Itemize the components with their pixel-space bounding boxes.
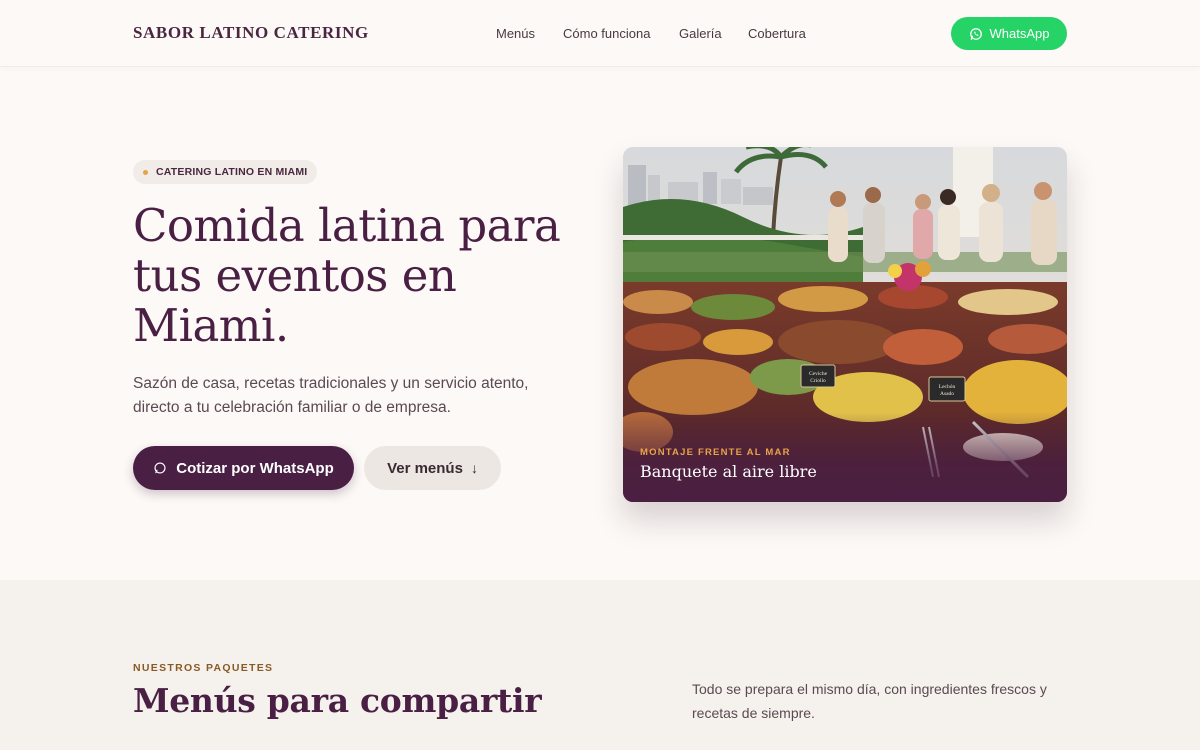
hero-badge: CATERING LATINO EN MIAMI xyxy=(133,160,318,184)
view-menus-button[interactable]: Ver menús ↓ xyxy=(364,446,501,490)
quote-whatsapp-label: Cotizar por WhatsApp xyxy=(176,459,334,477)
arrow-down-icon: ↓ xyxy=(470,460,478,476)
nav-como-funciona[interactable]: Cómo funciona xyxy=(563,26,650,41)
hero-title: Comida latina para tus eventos en Miami. xyxy=(133,199,561,352)
hero-badge-label: CATERING LATINO EN MIAMI xyxy=(156,166,308,178)
svg-text:Ceviche: Ceviche xyxy=(809,371,828,377)
hero-photo-card: Ceviche Criollo Lechón Asado MONTAJE FRE… xyxy=(623,147,1067,502)
whatsapp-icon xyxy=(969,27,982,40)
nav-menus[interactable]: Menús xyxy=(496,26,535,41)
svg-text:Asado: Asado xyxy=(940,391,954,397)
svg-text:Criollo: Criollo xyxy=(810,378,826,384)
photo-caption: Banquete al aire libre xyxy=(640,462,817,481)
whatsapp-button-label: WhatsApp xyxy=(989,26,1050,41)
whatsapp-button[interactable]: WhatsApp xyxy=(951,17,1067,50)
quote-whatsapp-button[interactable]: Cotizar por WhatsApp xyxy=(133,446,354,490)
view-menus-label: Ver menús xyxy=(387,459,463,477)
packages-kicker: NUESTROS PAQUETES xyxy=(133,662,274,674)
photo-kicker: MONTAJE FRENTE AL MAR xyxy=(640,447,791,458)
svg-text:Lechón: Lechón xyxy=(939,384,956,390)
site-header: SABOR LATINO CATERING Menús Cómo funcion… xyxy=(0,0,1200,67)
badge-dot-icon xyxy=(143,169,148,175)
packages-title: Menús para compartir xyxy=(133,681,542,720)
packages-text: Todo se prepara el mismo día, con ingred… xyxy=(692,681,1047,721)
chat-icon xyxy=(154,462,166,474)
nav-galeria[interactable]: Galería xyxy=(679,26,722,41)
hero-subtitle: Sazón de casa, recetas tradicionales y u… xyxy=(133,375,529,416)
nav-cobertura[interactable]: Cobertura xyxy=(748,26,806,41)
brand-logo[interactable]: SABOR LATINO CATERING xyxy=(133,23,369,43)
